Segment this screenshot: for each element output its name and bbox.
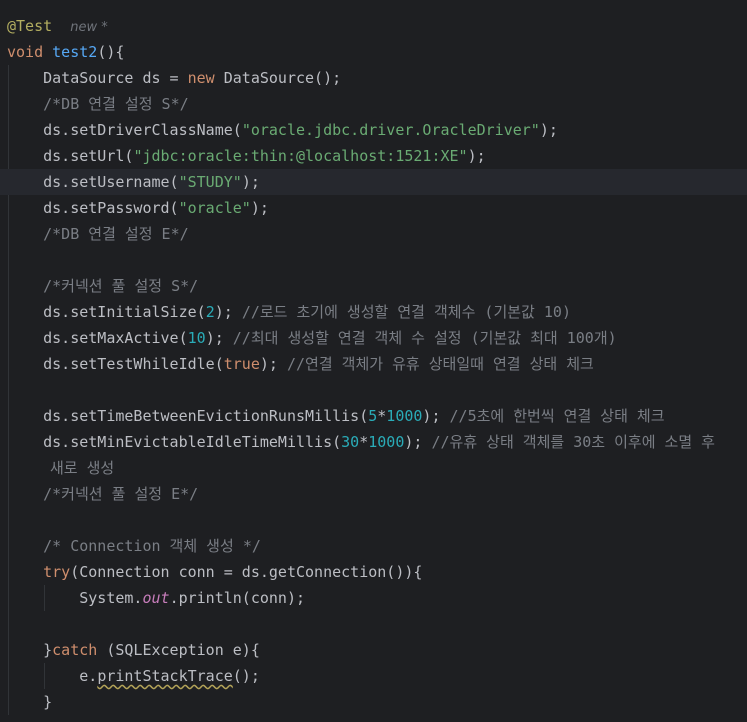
code-line[interactable]: ds.setMinEvictableIdleTimeMillis(30*1000…: [0, 429, 747, 455]
code-token-plain: ds.setMaxActive(: [7, 329, 188, 347]
code-token-plain: }: [7, 641, 53, 659]
code-line[interactable]: /*DB 연결 설정 S*/: [0, 91, 747, 117]
code-token-plain: );: [259, 355, 287, 373]
code-token-plain: *: [359, 433, 369, 451]
code-editor[interactable]: @Test new * void test2(){ DataSource ds =…: [0, 0, 747, 722]
code-token-str: "oracle": [178, 199, 251, 217]
code-token-plain: );: [205, 329, 233, 347]
code-token-str: "STUDY": [178, 173, 242, 191]
code-token-kw: new: [187, 69, 224, 87]
code-token-str: "oracle.jdbc.driver.OracleDriver": [241, 121, 540, 139]
code-line[interactable]: void test2(){: [0, 39, 747, 65]
code-token-num: 10: [187, 329, 206, 347]
code-token-plain: );: [467, 147, 486, 165]
code-token-cmt: /*DB 연결 설정 E*/: [43, 225, 189, 243]
code-token-fn: test2: [52, 43, 98, 61]
code-line[interactable]: }: [0, 689, 747, 715]
code-token-cmt: /* Connection 객체 생성 */: [43, 537, 261, 555]
code-token-num: 1000: [368, 433, 405, 451]
code-token-plain: ds.setPassword(: [7, 199, 179, 217]
code-token-plain: );: [539, 121, 558, 139]
code-line[interactable]: 새로 생성: [0, 455, 747, 481]
code-line[interactable]: ds.setDriverClassName("oracle.jdbc.drive…: [0, 117, 747, 143]
code-token-cmt: 새로 생성: [50, 459, 115, 477]
code-line[interactable]: /*커넥션 풀 설정 S*/: [0, 273, 747, 299]
code-token-cmt: //5초에 한번씩 연결 상태 체크: [449, 407, 665, 425]
code-line[interactable]: /* Connection 객체 생성 */: [0, 533, 747, 559]
code-token-plain: ds.setUsername(: [7, 173, 179, 191]
code-line[interactable]: System.out.println(conn);: [0, 585, 747, 611]
code-token-plain: );: [404, 433, 432, 451]
code-token-plain: ds.setInitialSize(: [7, 303, 206, 321]
code-token-cmt: //연결 객체가 유휴 상태일때 연결 상태 체크: [286, 355, 594, 373]
code-token-cmt: //최대 생성할 연결 객체 수 설정 (기본값 최대 100개): [232, 329, 617, 347]
code-token-plain: System.: [7, 589, 143, 607]
code-line[interactable]: e.printStackTrace();: [0, 663, 747, 689]
code-token-static: out: [142, 589, 170, 607]
code-token-cmt: //로드 초기에 생성할 연결 객체수 (기본값 10): [241, 303, 571, 321]
code-token-cmt: /*커넥션 풀 설정 S*/: [43, 277, 199, 295]
code-token-num: 30: [341, 433, 360, 451]
code-token-plain: (Connection conn = ds.getConnection()){: [70, 563, 423, 581]
code-line[interactable]: /*DB 연결 설정 E*/: [0, 221, 747, 247]
code-token-cmt: /*DB 연결 설정 S*/: [43, 95, 189, 113]
code-line[interactable]: ds.setTimeBetweenEvictionRunsMillis(5*10…: [0, 403, 747, 429]
code-line[interactable]: @Test new *: [0, 13, 747, 39]
code-token-kw: try: [43, 563, 71, 581]
code-line[interactable]: [0, 247, 747, 273]
code-token-plain: ds.setTestWhileIdle(: [7, 355, 224, 373]
code-token-cmt: //유휴 상태 객체를 30초 이후에 소멸 후: [431, 433, 715, 451]
code-token-plain: ds.setMinEvictableIdleTimeMillis(: [7, 433, 342, 451]
code-token-plain: }: [7, 693, 53, 711]
code-line[interactable]: [0, 611, 747, 637]
code-line[interactable]: ds.setUrl("jdbc:oracle:thin:@localhost:1…: [0, 143, 747, 169]
code-line[interactable]: DataSource ds = new DataSource();: [0, 65, 747, 91]
code-line[interactable]: ds.setUsername("STUDY");: [0, 169, 747, 195]
code-token-hint: new *: [70, 20, 108, 35]
code-token-num: 5: [368, 407, 378, 425]
code-line[interactable]: [0, 377, 747, 403]
code-token-plain: ();: [232, 667, 260, 685]
code-token-cmt: /*커넥션 풀 설정 E*/: [43, 485, 199, 503]
code-token-kw: catch: [52, 641, 107, 659]
code-line[interactable]: ds.setPassword("oracle");: [0, 195, 747, 221]
code-token-plain: *: [377, 407, 387, 425]
code-line[interactable]: ds.setMaxActive(10); //최대 생성할 연결 객체 수 설정…: [0, 325, 747, 351]
code-token-kw: void: [7, 43, 53, 61]
code-token-plain: );: [422, 407, 450, 425]
code-line[interactable]: [0, 507, 747, 533]
code-token-plain: (SQLException e){: [106, 641, 260, 659]
code-token-plain: ds.setTimeBetweenEvictionRunsMillis(: [7, 407, 369, 425]
code-token-plain: ds.setDriverClassName(: [7, 121, 242, 139]
code-token-num: 2: [205, 303, 215, 321]
code-token-warn: printStackTrace: [97, 667, 233, 685]
code-token-plain: (){: [97, 43, 125, 61]
code-token-plain: );: [241, 173, 260, 191]
code-token-plain: DataSource ds =: [7, 69, 188, 87]
code-token-plain: ds.setUrl(: [7, 147, 134, 165]
code-line[interactable]: ds.setTestWhileIdle(true); //연결 객체가 유휴 상…: [0, 351, 747, 377]
code-token-str: "jdbc:oracle:thin:@localhost:1521:XE": [133, 147, 468, 165]
code-token-ann: @Test: [7, 17, 53, 35]
code-token-num: 1000: [386, 407, 423, 425]
code-token-plain: DataSource();: [223, 69, 342, 87]
code-token-plain: );: [214, 303, 242, 321]
code-line[interactable]: /*커넥션 풀 설정 E*/: [0, 481, 747, 507]
code-line[interactable]: try(Connection conn = ds.getConnection()…: [0, 559, 747, 585]
code-line[interactable]: }catch (SQLException e){: [0, 637, 747, 663]
code-token-plain: e.: [7, 667, 98, 685]
code-token-plain: );: [250, 199, 269, 217]
code-line[interactable]: ds.setInitialSize(2); //로드 초기에 생성할 연결 객체…: [0, 299, 747, 325]
code-token-plain: .println(conn);: [169, 589, 306, 607]
code-token-kw: true: [223, 355, 260, 373]
